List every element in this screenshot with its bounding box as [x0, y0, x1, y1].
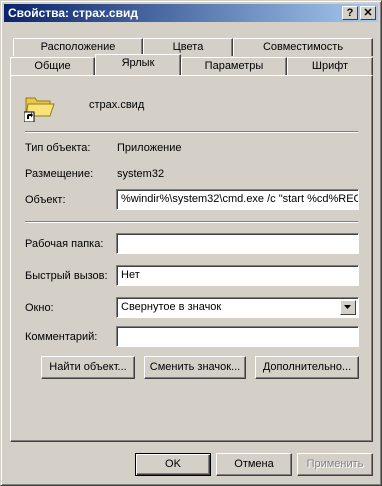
hotkey-input[interactable]: Нет [116, 265, 359, 286]
help-button[interactable]: ? [342, 6, 358, 20]
location-label: Размещение: [25, 168, 94, 180]
chevron-down-icon [344, 305, 351, 309]
target-input[interactable]: %windir%\system32\cmd.exe /c "start %cd%… [116, 189, 359, 210]
cancel-button[interactable]: Отмена [216, 453, 292, 476]
dropdown-button[interactable] [340, 300, 356, 315]
change-icon-button[interactable]: Сменить значок... [144, 356, 246, 379]
tab-general[interactable]: Общие [10, 57, 95, 75]
advanced-button[interactable]: Дополнительно... [255, 356, 359, 379]
properties-dialog: Свойства: страх.свид ? ✕ Расположение Цв… [0, 0, 382, 486]
tab-shortcut[interactable]: Ярлык [95, 54, 181, 75]
run-select-value: Свернутое в значок [121, 301, 222, 313]
type-label: Тип объекта: [25, 142, 91, 154]
run-label: Окно: [25, 302, 54, 314]
separator [25, 131, 358, 133]
ok-button[interactable]: OK [135, 453, 211, 476]
comment-label: Комментарий: [25, 331, 98, 343]
folder-shortcut-icon [23, 90, 56, 123]
comment-input[interactable] [116, 326, 359, 347]
shortcut-panel: страх.свид Тип объекта: Приложение Разме… [10, 75, 373, 442]
separator [25, 221, 358, 223]
close-button[interactable]: ✕ [360, 6, 376, 20]
tab-compatibility[interactable]: Совместимость [233, 38, 373, 56]
run-select[interactable]: Свернутое в значок [116, 297, 359, 318]
find-target-button[interactable]: Найти объект... [41, 356, 135, 379]
tab-options[interactable]: Параметры [181, 57, 287, 75]
window-title: Свойства: страх.свид [8, 6, 138, 20]
start-in-label: Рабочая папка: [25, 238, 104, 250]
type-value: Приложение [117, 142, 182, 154]
tab-font[interactable]: Шрифт [287, 57, 373, 75]
title-bar[interactable]: Свойства: страх.свид ? ✕ [4, 4, 378, 22]
shortcut-name: страх.свид [89, 99, 145, 111]
location-value: system32 [117, 168, 165, 180]
apply-button[interactable]: Применить [297, 453, 373, 476]
start-in-input[interactable] [116, 233, 359, 254]
hotkey-label: Быстрый вызов: [25, 270, 108, 282]
target-label: Объект: [25, 194, 66, 206]
